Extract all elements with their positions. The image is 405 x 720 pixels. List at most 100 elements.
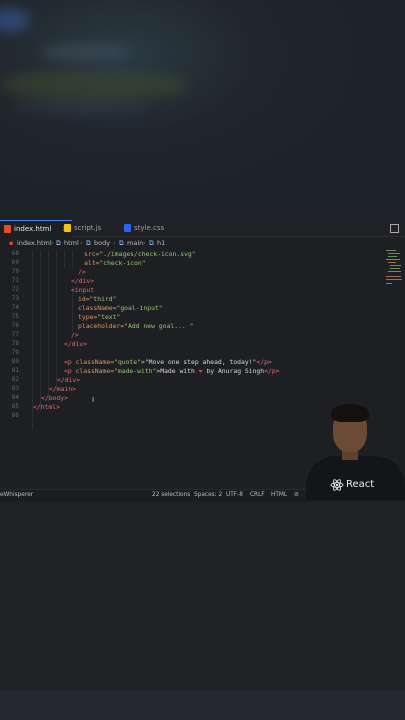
tab-label: style.css [134,224,165,232]
status-language[interactable]: HTML [271,490,287,501]
code-token: type= [78,313,98,321]
blurred-shape [40,45,130,59]
code-line: src="./images/check-icon.svg" [84,250,196,259]
line-number: 68 [11,250,19,257]
line-number: 69 [11,259,19,266]
indent-guide [48,250,49,403]
minimap-line [390,265,401,266]
code-line: </body> [41,394,68,402]
minimap-line [388,253,400,254]
line-number: 79 [11,349,19,356]
code-line: id="third" [78,295,116,304]
react-logo-icon [330,479,344,491]
code-token: >Made with [156,367,199,375]
code-line: type="text" [78,313,120,322]
blurred-background-top [0,0,405,220]
indent-guide [40,250,41,412]
line-number: 75 [11,313,19,320]
code-token: </p> [264,367,280,375]
code-line: </div> [64,340,88,348]
chevron-right-icon: › [113,239,116,247]
breadcrumb-item[interactable]: body [94,237,110,249]
code-token: className= [78,304,117,312]
line-number: 74 [11,304,19,311]
status-eol[interactable]: CRLF [250,490,265,501]
blurred-shape [10,100,150,112]
code-token: src= [84,250,100,258]
code-line: </html> [33,403,60,411]
indent-guide [64,250,65,268]
background-bottom [0,503,405,720]
code-token: className= [75,367,115,375]
line-number: 85 [11,403,19,410]
code-token: "goal-input" [116,304,163,312]
line-number: 84 [11,394,19,401]
code-line: </div> [57,376,81,384]
code-line: alt="check-icon" [84,259,146,268]
js-file-icon [64,224,71,232]
line-number: 76 [11,322,19,329]
breadcrumb-item[interactable]: index.html [17,237,52,249]
code-token: "made-with" [114,367,157,375]
code-token: "check-icon" [99,259,146,267]
breadcrumb-item[interactable]: main [127,237,143,249]
text-cursor-icon: I [92,396,95,404]
chevron-right-icon: › [143,239,146,247]
minimap-line [386,283,392,284]
css-file-icon [124,224,131,232]
chevron-right-icon: › [51,239,54,247]
chevron-right-icon: › [80,239,83,247]
line-number: 80 [11,358,19,365]
element-icon: ⧉ [86,239,91,247]
status-indentation[interactable]: Spaces: 2 [194,490,222,501]
minimap-line [386,276,401,277]
status-encoding[interactable]: UTF-8 [226,490,243,501]
code-token: "./images/check-icon.svg" [99,250,196,258]
tab-label: script.js [74,224,102,232]
code-line: <p className="made-with">Made with ❤ by … [64,367,280,376]
line-number: 73 [11,295,19,302]
code-line: </main> [49,385,76,393]
line-number: 82 [11,376,19,383]
tab-style-css[interactable]: style.css [120,220,190,236]
code-token: "text" [97,313,121,321]
element-icon: ⧉ [119,239,124,247]
code-token: "quote" [114,358,141,366]
indent-guide [56,250,57,394]
split-editor-icon[interactable] [390,224,399,233]
html-file-icon: ▪ [9,239,14,247]
no-sync-icon[interactable]: ⊘ [294,490,299,501]
code-token: <p [64,358,72,366]
minimap-line [386,279,402,280]
code-token: "Add new goal... " [124,322,194,330]
minimap-line [386,259,400,260]
element-icon: ⧉ [56,239,61,247]
code-line: /> [78,268,86,276]
blurred-background-bottom [0,690,405,720]
minimap-line [386,250,396,251]
code-token: by Anurag Singh [202,367,265,375]
line-number: 78 [11,340,19,347]
code-token: "third" [89,295,117,303]
status-extension-name[interactable]: eWhisperer [0,490,33,501]
minimap[interactable] [384,248,404,294]
line-number: 83 [11,385,19,392]
status-selections[interactable]: 22 selections [152,490,190,501]
blurred-shape [0,8,30,32]
html-file-icon [4,225,11,233]
blurred-shape [0,70,190,100]
minimap-line [388,271,401,272]
code-token: </p> [256,358,272,366]
indent-guide [72,250,73,268]
code-token: id= [78,295,90,303]
breadcrumb-item[interactable]: html [64,237,79,249]
code-token: className= [75,358,115,366]
tab-bar: index.html ✕ script.js style.css [0,220,405,237]
line-number: 70 [11,268,19,275]
minimap-line [388,256,397,257]
code-token: alt= [84,259,100,267]
code-line: /> [71,331,79,339]
breadcrumb-item[interactable]: h1 [157,237,165,249]
line-number: 72 [11,286,19,293]
code-line: placeholder="Add new goal... " [78,322,193,331]
